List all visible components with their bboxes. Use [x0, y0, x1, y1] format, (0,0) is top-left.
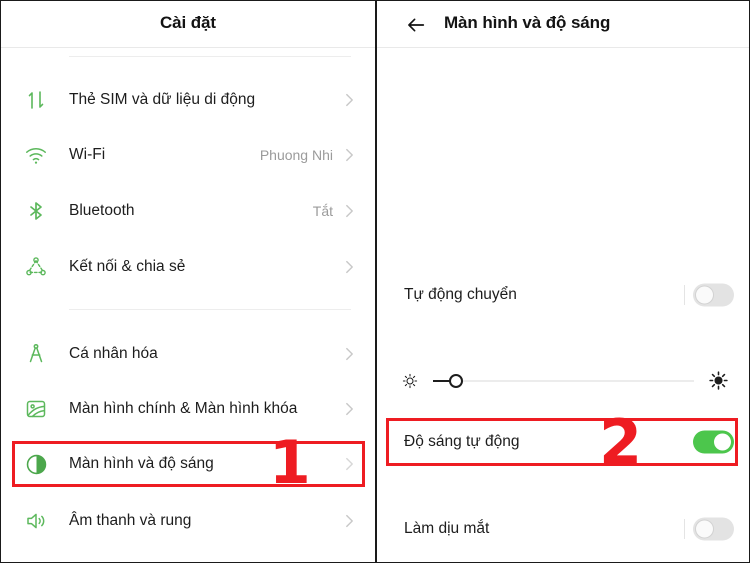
sidebar-item-wifi[interactable]: Wi-Fi Phuong Nhi: [1, 132, 375, 178]
toggle-knob: [696, 520, 713, 538]
toggle-auto-switch[interactable]: [693, 283, 734, 307]
annotation-number-1: 1: [269, 428, 311, 498]
toggle-knob: [696, 286, 713, 304]
slider-track[interactable]: [433, 380, 694, 382]
annotation-box-1: [12, 441, 365, 487]
chevron-right-icon: [344, 91, 355, 109]
toggle-eye-comfort[interactable]: [693, 517, 734, 541]
speaker-icon: [23, 508, 49, 534]
list-group-divider: [69, 309, 351, 310]
sidebar-item-label: Âm thanh và rung: [69, 512, 192, 529]
chevron-right-icon: [344, 258, 355, 276]
brightness-slider-row[interactable]: [377, 359, 749, 403]
sidebar-item-personalization[interactable]: Cá nhân hóa: [1, 331, 375, 377]
setting-label: Tự động chuyển: [404, 286, 517, 303]
chevron-right-icon: [344, 400, 355, 418]
chevron-right-icon: [344, 345, 355, 363]
compass-icon: [23, 341, 49, 367]
setting-label: Làm dịu mắt: [404, 520, 490, 537]
setting-row-auto-switch[interactable]: Tự động chuyển: [377, 273, 749, 317]
sidebar-item-value: Phuong Nhi: [259, 147, 333, 163]
chevron-right-icon: [344, 202, 355, 220]
sidebar-item-home-lock-screen[interactable]: Màn hình chính & Màn hình khóa: [1, 386, 375, 432]
sidebar-item-label: Cá nhân hóa: [69, 345, 158, 362]
wifi-icon: [23, 142, 49, 168]
display-brightness-panel: Màn hình và độ sáng 19:30 19:30 Sáng Tối…: [375, 1, 749, 562]
detail-header: Màn hình và độ sáng: [377, 1, 749, 48]
settings-header: Cài đặt: [1, 1, 375, 48]
sidebar-item-connection-sharing[interactable]: Kết nối & chia sẻ: [1, 244, 375, 290]
slider-thumb[interactable]: [449, 374, 463, 388]
page-title: Cài đặt: [160, 13, 216, 32]
bluetooth-icon: [23, 198, 49, 224]
wallpaper-icon: [23, 396, 49, 422]
list-top-divider: [69, 56, 351, 57]
annotation-box-2: [386, 418, 738, 466]
sun-low-icon: [401, 372, 419, 390]
sidebar-item-label: Màn hình chính & Màn hình khóa: [69, 400, 298, 417]
sim-data-icon: [23, 87, 49, 113]
row-separator: [684, 519, 685, 539]
row-separator: [684, 285, 685, 305]
sidebar-item-sound-vibration[interactable]: Âm thanh và rung: [1, 498, 375, 544]
sidebar-item-label: Thẻ SIM và dữ liệu di động: [69, 91, 256, 108]
sidebar-item-sim[interactable]: Thẻ SIM và dữ liệu di động: [1, 77, 375, 123]
detail-page-title: Màn hình và độ sáng: [444, 13, 611, 32]
sun-high-icon: [708, 370, 729, 391]
sidebar-item-label: Bluetooth: [69, 202, 135, 219]
chevron-right-icon: [344, 512, 355, 530]
setting-row-eye-comfort[interactable]: Làm dịu mắt: [377, 507, 749, 551]
share-nodes-icon: [23, 254, 49, 280]
arrow-left-icon[interactable]: [405, 14, 427, 36]
sidebar-item-bluetooth[interactable]: Bluetooth Tắt: [1, 188, 375, 234]
screenshot-root: Cài đặt Thẻ SIM và dữ liệu di động Wi-Fi…: [0, 0, 750, 563]
sidebar-item-label: Kết nối & chia sẻ: [69, 258, 186, 275]
sidebar-item-label: Wi-Fi: [69, 146, 106, 163]
sidebar-item-value: Tắt: [312, 203, 333, 219]
chevron-right-icon: [344, 146, 355, 164]
annotation-number-2: 2: [599, 406, 643, 479]
